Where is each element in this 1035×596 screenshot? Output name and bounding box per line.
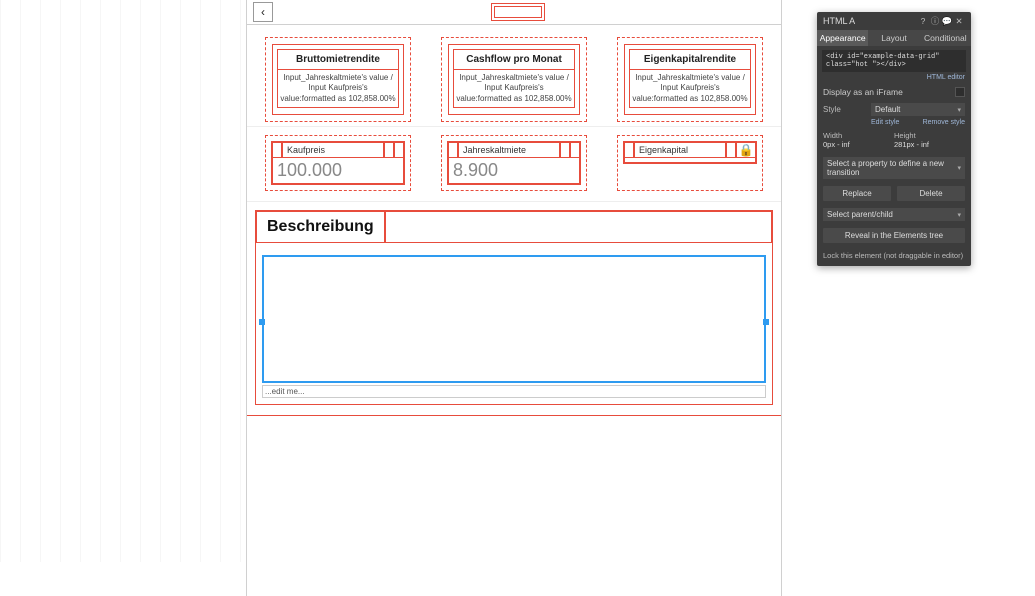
transition-select[interactable]: Select a property to define a new transi… xyxy=(823,157,965,179)
handle[interactable] xyxy=(726,142,736,158)
page-layout: ‹ Bruttomietrendite Input_Jahreskaltmiet… xyxy=(246,0,782,596)
info-icon[interactable]: ⓘ xyxy=(929,15,941,27)
handle[interactable] xyxy=(560,142,570,158)
selected-html-element[interactable] xyxy=(262,255,766,383)
input-frame[interactable]: Eigenkapital 🔒 xyxy=(617,135,763,191)
help-icon[interactable]: ? xyxy=(917,16,929,26)
tab-conditional[interactable]: Conditional xyxy=(920,30,971,46)
metric-card-body: Input_Jahreskaltmiete's value / Input Ka… xyxy=(629,70,751,108)
remove-style-link[interactable]: Remove style xyxy=(923,119,965,126)
metric-card: Bruttomietrendite Input_Jahreskaltmiete'… xyxy=(272,44,404,115)
metric-card-title: Cashflow pro Monat xyxy=(453,49,575,70)
metric-card-body: Input_Jahreskaltmiete's value / Input Ka… xyxy=(453,70,575,108)
display-iframe-label: Display as an iFrame xyxy=(823,87,903,97)
metric-card: Cashflow pro Monat Input_Jahreskaltmiete… xyxy=(448,44,580,115)
comment-icon[interactable]: 💬 xyxy=(941,16,953,27)
handle[interactable] xyxy=(384,142,394,158)
metric-card-title: Eigenkapitalrendite xyxy=(629,49,751,70)
inspector-title: HTML A xyxy=(823,16,917,26)
input-card: Kaufpreis 100.000 xyxy=(271,141,405,185)
input-frame[interactable]: Jahreskaltmiete 8.900 xyxy=(441,135,587,191)
dimensions-row: Width 0px - inf Height 281px - inf xyxy=(817,129,971,151)
card-frame[interactable]: Eigenkapitalrendite Input_Jahreskaltmiet… xyxy=(617,37,763,122)
input-value[interactable] xyxy=(624,158,756,163)
metric-card-body: Input_Jahreskaltmiete's value / Input Ka… xyxy=(277,70,399,108)
input-label: Jahreskaltmiete xyxy=(458,142,560,158)
input-card: Jahreskaltmiete 8.900 xyxy=(447,141,581,185)
style-value: Default xyxy=(875,105,900,114)
handle[interactable] xyxy=(624,142,634,158)
input-value[interactable]: 8.900 xyxy=(448,158,580,184)
inspector-header[interactable]: HTML A ? ⓘ 💬 ✕ xyxy=(817,12,971,30)
description-frame[interactable]: Beschreibung ...edit me... xyxy=(255,210,773,405)
handle[interactable] xyxy=(394,142,404,158)
description-title: Beschreibung xyxy=(256,211,385,243)
style-label: Style xyxy=(823,105,867,114)
html-editor-link[interactable]: HTML editor xyxy=(817,74,971,84)
empty-area xyxy=(247,416,781,596)
input-frame[interactable]: Kaufpreis 100.000 xyxy=(265,135,411,191)
handle[interactable] xyxy=(448,142,458,158)
html-code-input[interactable]: <div id="example-data-grid" class="hot "… xyxy=(822,50,966,72)
card-frame[interactable]: Bruttomietrendite Input_Jahreskaltmiete'… xyxy=(265,37,411,122)
top-bar: ‹ xyxy=(247,0,781,25)
display-iframe-checkbox[interactable] xyxy=(955,87,965,97)
resize-handle-right[interactable] xyxy=(763,319,769,325)
metric-card: Eigenkapitalrendite Input_Jahreskaltmiet… xyxy=(624,44,756,115)
lock-element-label: Lock this element (not draggable in edit… xyxy=(823,251,963,260)
input-label: Eigenkapital xyxy=(634,142,726,158)
parent-child-label: Select parent/child xyxy=(827,210,893,219)
inspector-panel: HTML A ? ⓘ 💬 ✕ Appearance Layout Conditi… xyxy=(817,12,971,266)
close-icon[interactable]: ✕ xyxy=(953,16,965,27)
editor-canvas: ‹ Bruttomietrendite Input_Jahreskaltmiet… xyxy=(0,0,800,562)
resize-handle-left[interactable] xyxy=(259,319,265,325)
edit-placeholder[interactable]: ...edit me... xyxy=(262,385,766,398)
inputs-row: Kaufpreis 100.000 Jahreskaltmiete xyxy=(247,127,781,202)
top-center-slot[interactable] xyxy=(491,3,545,21)
spacer xyxy=(385,211,772,243)
back-button[interactable]: ‹ xyxy=(253,2,273,22)
handle[interactable] xyxy=(272,142,282,158)
metrics-row: Bruttomietrendite Input_Jahreskaltmiete'… xyxy=(247,25,781,127)
tab-appearance[interactable]: Appearance xyxy=(817,30,868,46)
description-section: Beschreibung ...edit me... xyxy=(247,202,781,416)
style-select[interactable]: Default ▾ xyxy=(871,103,965,116)
delete-button[interactable]: Delete xyxy=(897,186,965,201)
chevron-down-icon: ▾ xyxy=(957,211,961,219)
display-iframe-row: Display as an iFrame xyxy=(817,84,971,100)
style-row: Style Default ▾ xyxy=(817,100,971,119)
width-value: 0px - inf xyxy=(823,140,894,149)
input-card: Eigenkapital 🔒 xyxy=(623,141,757,164)
input-label: Kaufpreis xyxy=(282,142,384,158)
tab-layout[interactable]: Layout xyxy=(868,30,919,46)
metric-card-title: Bruttomietrendite xyxy=(277,49,399,70)
lock-toggle[interactable]: 🔒 xyxy=(736,142,756,158)
input-value[interactable]: 100.000 xyxy=(272,158,404,184)
transition-select-label: Select a property to define a new transi… xyxy=(827,159,957,177)
parent-child-select[interactable]: Select parent/child ▾ xyxy=(823,208,965,221)
height-label: Height xyxy=(894,131,965,140)
chevron-down-icon: ▾ xyxy=(957,164,961,172)
chevron-down-icon: ▾ xyxy=(957,106,961,114)
lock-icon: 🔒 xyxy=(739,143,754,157)
replace-button[interactable]: Replace xyxy=(823,186,891,201)
top-center-slot-inner xyxy=(494,6,542,18)
reveal-button[interactable]: Reveal in the Elements tree xyxy=(823,228,965,243)
card-frame[interactable]: Cashflow pro Monat Input_Jahreskaltmiete… xyxy=(441,37,587,122)
edit-style-link[interactable]: Edit style xyxy=(871,119,899,126)
lock-row: Lock this element (not draggable in edit… xyxy=(817,247,971,266)
chevron-left-icon: ‹ xyxy=(261,5,265,19)
handle[interactable] xyxy=(570,142,580,158)
height-value: 281px - inf xyxy=(894,140,965,149)
width-label: Width xyxy=(823,131,894,140)
inspector-tabs: Appearance Layout Conditional xyxy=(817,30,971,46)
